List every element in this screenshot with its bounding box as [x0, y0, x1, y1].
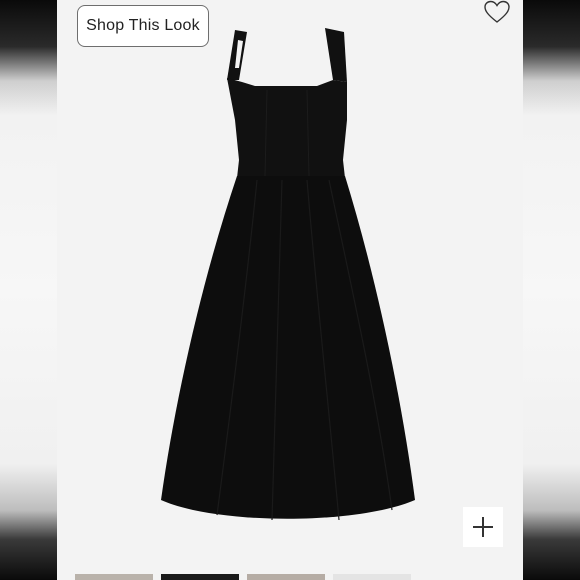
- heart-icon[interactable]: [483, 0, 511, 24]
- thumbnail-1[interactable]: [75, 574, 153, 580]
- thumbnail-strip: [75, 574, 515, 580]
- plus-icon: [473, 517, 493, 537]
- blurred-background-left: [0, 0, 57, 580]
- blurred-background-right: [523, 0, 580, 580]
- thumbnail-4[interactable]: [333, 574, 411, 580]
- zoom-button[interactable]: [463, 507, 503, 547]
- dress-bodice: [227, 78, 347, 178]
- thumbnail-3[interactable]: [247, 574, 325, 580]
- dress-image: [161, 28, 415, 521]
- thumbnail-2[interactable]: [161, 574, 239, 580]
- dress-skirt: [161, 176, 415, 519]
- product-image-panel: Shop This Look: [57, 0, 523, 580]
- dress-right-strap: [325, 28, 347, 82]
